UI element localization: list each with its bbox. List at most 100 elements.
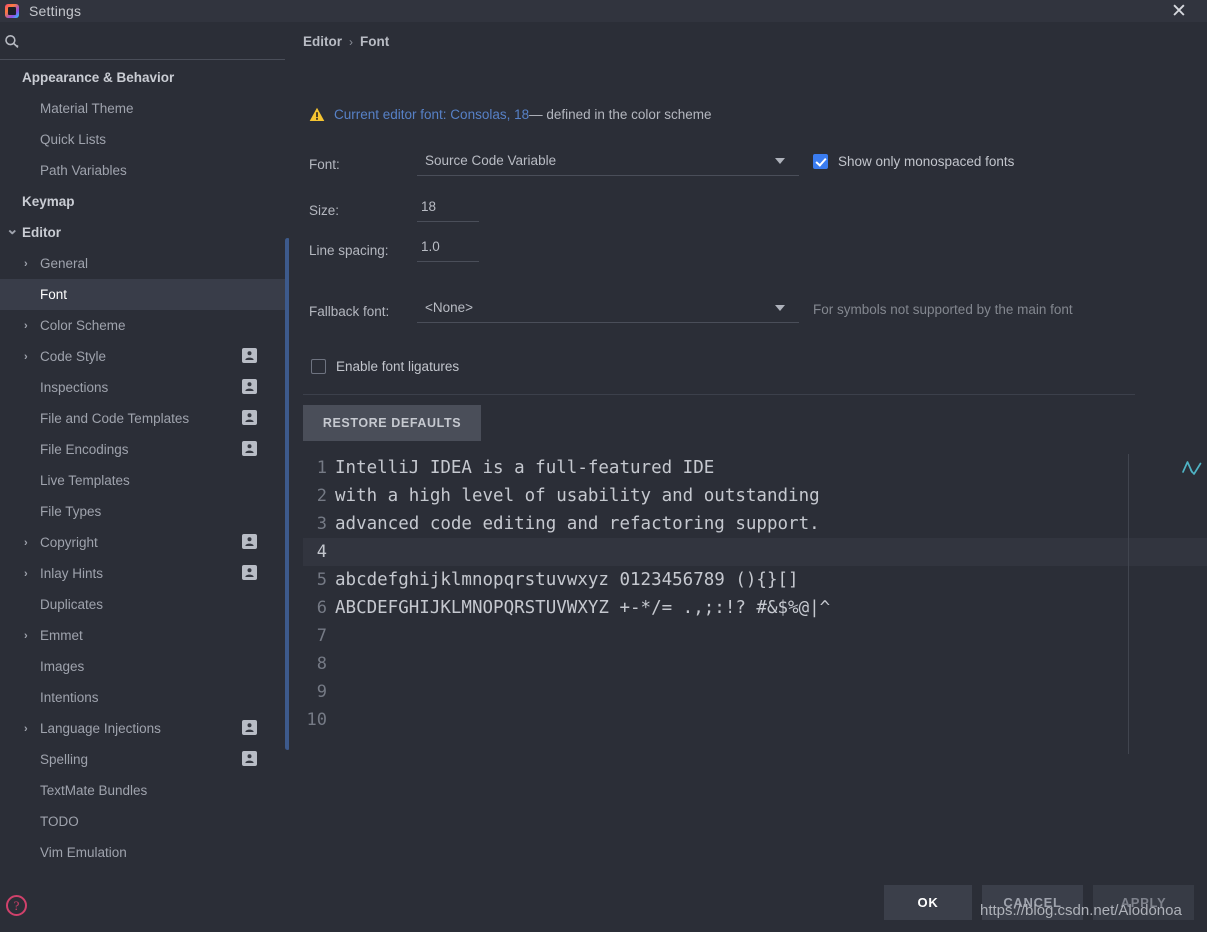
- sidebar-item-language-injections[interactable]: › Language Injections: [0, 713, 289, 744]
- ok-button[interactable]: OK: [884, 885, 972, 920]
- sidebar-item-file-types[interactable]: File Types: [0, 496, 289, 527]
- chevron-down-icon[interactable]: ⌄: [6, 222, 19, 237]
- sidebar-item-label: File Encodings: [40, 442, 129, 457]
- preview-line: 5 abcdefghijklmnopqrstuvwxyz 0123456789 (…: [303, 566, 1207, 594]
- sidebar-item-images[interactable]: Images: [0, 651, 289, 682]
- line-spacing-input[interactable]: 1.0: [417, 236, 479, 262]
- restore-defaults-button[interactable]: RESTORE DEFAULTS: [303, 405, 481, 441]
- line-number: 7: [316, 626, 327, 646]
- chevron-right-icon[interactable]: ›: [24, 723, 34, 734]
- apply-button[interactable]: APPLY: [1093, 885, 1194, 920]
- font-label: Font:: [309, 156, 340, 172]
- current-font-link[interactable]: Current editor font: Consolas, 18: [334, 107, 529, 122]
- spellcheck-icon[interactable]: [1180, 458, 1202, 478]
- sidebar-item-file-and-code-templates[interactable]: File and Code Templates: [0, 403, 289, 434]
- sidebar-item-appearance-behavior[interactable]: Appearance & Behavior: [0, 62, 289, 93]
- show-monospaced-checkbox-box: [813, 154, 828, 169]
- settings-sidebar: Appearance & Behavior Material Theme Quick…: [0, 62, 289, 870]
- size-input[interactable]: 18: [417, 196, 479, 222]
- sidebar-item-label: Intentions: [40, 690, 99, 705]
- chevron-down-icon: [775, 158, 785, 164]
- preview-line: 1 IntelliJ IDEA is a full-featured IDE: [303, 454, 1207, 482]
- current-font-note: — defined in the color scheme: [529, 106, 712, 122]
- fallback-label-row: Fallback font:: [309, 299, 389, 323]
- sidebar-item-inspections[interactable]: Inspections: [0, 372, 289, 403]
- sidebar-item-label: Spelling: [40, 752, 89, 767]
- sidebar-item-label: TextMate Bundles: [40, 783, 148, 798]
- sidebar-item-duplicates[interactable]: Duplicates: [0, 589, 289, 620]
- fallback-font-select[interactable]: <None>: [417, 297, 799, 323]
- line-number: 2: [316, 486, 327, 506]
- chevron-right-icon[interactable]: ›: [24, 568, 34, 579]
- sidebar-item-spelling[interactable]: Spelling: [0, 744, 289, 775]
- current-font-notice: Current editor font: Consolas, 18 — defi…: [309, 104, 711, 124]
- sidebar-item-label: Font: [40, 287, 68, 302]
- sidebar-item-label: Editor: [22, 225, 61, 240]
- fallback-font-hint: For symbols not supported by the main fo…: [813, 302, 1073, 317]
- font-family-value: Source Code Variable: [425, 153, 557, 168]
- sidebar-item-path-variables[interactable]: Path Variables: [0, 155, 289, 186]
- sidebar-item-label: Keymap: [22, 194, 75, 209]
- show-monospaced-checkbox[interactable]: Show only monospaced fonts: [813, 154, 1014, 169]
- chevron-right-icon[interactable]: ›: [24, 320, 34, 331]
- search-icon: [4, 34, 20, 50]
- intellij-logo-icon: [5, 4, 19, 18]
- sidebar-item-file-encodings[interactable]: File Encodings: [0, 434, 289, 465]
- sidebar-item-copyright[interactable]: › Copyright: [0, 527, 289, 558]
- close-icon[interactable]: ✕: [1161, 0, 1197, 22]
- sidebar-item-label: Path Variables: [40, 163, 127, 178]
- sidebar-item-textmate-bundles[interactable]: TextMate Bundles: [0, 775, 289, 806]
- sidebar-item-intentions[interactable]: Intentions: [0, 682, 289, 713]
- breadcrumb-parent[interactable]: Editor: [303, 34, 342, 49]
- enable-ligatures-checkbox-box: [311, 359, 326, 374]
- project-scope-icon: [242, 379, 257, 394]
- preview-line: 9: [303, 678, 1207, 706]
- sidebar-item-label: Images: [40, 659, 85, 674]
- size-label: Size:: [309, 202, 340, 218]
- project-scope-icon: [242, 534, 257, 549]
- sidebar-search: [0, 22, 289, 62]
- sidebar-item-inlay-hints[interactable]: › Inlay Hints: [0, 558, 289, 589]
- sidebar-item-quick-lists[interactable]: Quick Lists: [0, 124, 289, 155]
- sidebar-item-code-style[interactable]: › Code Style: [0, 341, 289, 372]
- sidebar-item-keymap[interactable]: Keymap: [0, 186, 289, 217]
- sidebar-item-font[interactable]: Font: [0, 279, 289, 310]
- sidebar-item-label: TODO: [40, 814, 79, 829]
- sidebar-item-general[interactable]: › General: [0, 248, 289, 279]
- sidebar-item-editor[interactable]: ⌄ Editor: [0, 217, 289, 248]
- window-title: Settings: [29, 3, 82, 19]
- sidebar-item-vim-emulation[interactable]: Vim Emulation: [0, 837, 289, 868]
- right-margin-line: [1128, 454, 1129, 754]
- sidebar-item-live-templates[interactable]: Live Templates: [0, 465, 289, 496]
- line-text: ABCDEFGHIJKLMNOPQRSTUVWXYZ +-*/= .,;:!? …: [335, 598, 831, 618]
- preview-line: 2 with a high level of usability and outs…: [303, 482, 1207, 510]
- sidebar-item-label: Live Templates: [40, 473, 130, 488]
- font-family-select[interactable]: Source Code Variable: [417, 150, 799, 176]
- size-value: 18: [421, 199, 437, 214]
- sidebar-item-label: File and Code Templates: [40, 411, 190, 426]
- line-number: 6: [316, 598, 327, 618]
- project-scope-icon: [242, 751, 257, 766]
- sidebar-item-material-theme[interactable]: Material Theme: [0, 93, 289, 124]
- cancel-button[interactable]: CANCEL: [982, 885, 1083, 920]
- line-number: 10: [306, 710, 327, 730]
- chevron-right-icon[interactable]: ›: [24, 351, 34, 362]
- chevron-right-icon[interactable]: ›: [24, 537, 34, 548]
- enable-ligatures-checkbox[interactable]: Enable font ligatures: [311, 359, 459, 374]
- chevron-right-icon[interactable]: ›: [24, 258, 34, 269]
- sidebar-item-todo[interactable]: TODO: [0, 806, 289, 837]
- chevron-right-icon[interactable]: ›: [24, 630, 34, 641]
- sidebar-item-label: Emmet: [40, 628, 83, 643]
- breadcrumb: Editor › Font: [303, 34, 389, 49]
- sidebar-item-emmet[interactable]: › Emmet: [0, 620, 289, 651]
- sidebar-item-color-scheme[interactable]: › Color Scheme: [0, 310, 289, 341]
- search-input[interactable]: [24, 32, 274, 52]
- sidebar-item-label: Appearance & Behavior: [22, 70, 175, 85]
- size-label-row: Size:: [309, 198, 339, 222]
- sidebar-item-label: Duplicates: [40, 597, 104, 612]
- sidebar-item-label: Copyright: [40, 535, 98, 550]
- font-preview[interactable]: 1 IntelliJ IDEA is a full-featured IDE 2 wi…: [303, 454, 1207, 754]
- project-scope-icon: [242, 410, 257, 425]
- sidebar-item-label: Code Style: [40, 349, 107, 364]
- preview-line: 10: [303, 706, 1207, 734]
